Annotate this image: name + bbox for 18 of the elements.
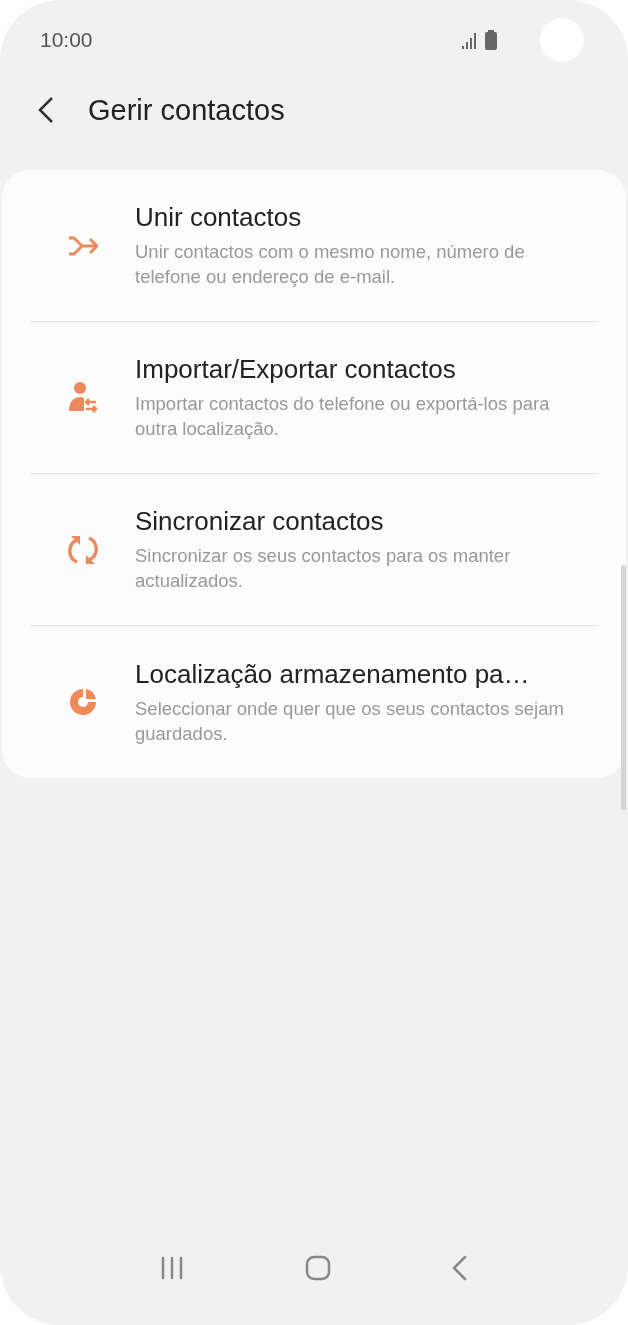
battery-icon — [484, 30, 498, 50]
status-time: 10:00 — [40, 28, 94, 52]
back-nav-button[interactable] — [451, 1255, 468, 1281]
sync-icon — [66, 533, 99, 566]
merge-arrow-icon — [67, 235, 98, 256]
recent-apps-button[interactable] — [160, 1256, 185, 1280]
item-description: Sincronizar os seus contactos para os manter actualizados. — [135, 544, 512, 593]
item-description: Importar contactos do telefone ou exportá-los para outra localização. — [135, 392, 551, 441]
home-button[interactable] — [305, 1255, 331, 1281]
pie-chart-icon — [68, 688, 97, 716]
item-title[interactable]: Unir contactos — [135, 202, 590, 233]
person-transfer-icon — [67, 380, 98, 415]
item-title[interactable]: Sincronizar contactos — [135, 506, 590, 537]
item-title[interactable]: Localização armazenamento pa… — [135, 658, 590, 690]
item-description: Seleccionar onde quer que os seus contactos sejam guardados. — [135, 696, 565, 746]
item-title[interactable]: Importar/Exportar contactos — [135, 354, 590, 385]
page-title: Gerir contactos — [88, 93, 285, 127]
item-description: Unir contactos com o mesmo nome, número de telefone ou endereço de e-mail. — [135, 240, 526, 289]
